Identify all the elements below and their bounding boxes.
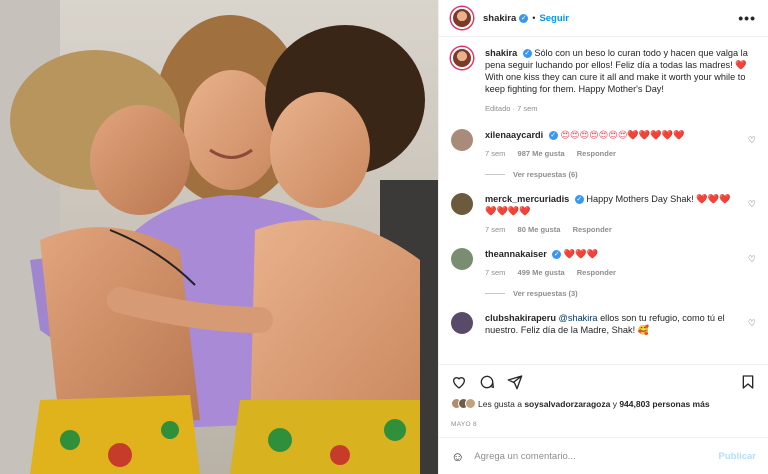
- likes-mid: y: [612, 398, 617, 409]
- caption-heart-emoji: ❤️: [735, 60, 747, 70]
- caption-username[interactable]: shakira: [485, 48, 517, 58]
- publish-button[interactable]: Publicar: [719, 451, 757, 462]
- reply-button[interactable]: Responder: [573, 225, 612, 234]
- post-caption: shakira ✓ Sólo con un beso lo curan todo…: [451, 38, 756, 115]
- comments-scroll-area[interactable]: shakira ✓ Sólo con un beso lo curan todo…: [439, 38, 768, 363]
- liker-username[interactable]: soysalvadorzaragoza: [524, 399, 610, 409]
- comment-item: xilenaaycardi ✓ 😍😍😍😍😍😍😍❤️❤️❤️❤️❤️ 7 sem …: [451, 129, 756, 158]
- verified-badge-icon: ✓: [522, 49, 532, 59]
- post-photo[interactable]: [0, 0, 438, 474]
- comment-time[interactable]: 7 sem: [485, 268, 505, 277]
- reply-button[interactable]: Responder: [577, 149, 616, 158]
- commenter-avatar[interactable]: [451, 193, 473, 215]
- bookmark-icon[interactable]: [740, 374, 756, 390]
- post-header: shakira ✓ • Seguir •••: [439, 0, 768, 37]
- comment-item: theannakaiser ✓ ❤️❤️❤️ 7 sem 499 Me gust…: [451, 248, 756, 277]
- liker-avatars[interactable]: [451, 398, 476, 409]
- replies-line: [485, 293, 505, 294]
- follow-button[interactable]: Seguir: [539, 13, 569, 24]
- more-options-icon[interactable]: •••: [738, 10, 756, 26]
- likes-prefix: Les gusta a: [478, 398, 522, 409]
- instagram-post-view: shakira ✓ • Seguir ••• shakira ✓ Sólo co…: [0, 0, 768, 474]
- view-replies-label[interactable]: Ver respuestas (6): [513, 170, 578, 179]
- commenter-avatar[interactable]: [451, 248, 473, 270]
- comment-item: clubshakiraperu @shakira ellos son tu re…: [451, 312, 756, 336]
- liker-avatar: [465, 398, 476, 409]
- comment-likes[interactable]: 80 Me gusta: [518, 225, 561, 234]
- comment-text: Happy Mothers Day Shak!: [586, 194, 694, 204]
- post-details-panel: shakira ✓ • Seguir ••• shakira ✓ Sólo co…: [438, 0, 768, 474]
- commenter-username[interactable]: theannakaiser: [485, 249, 547, 259]
- comment-item: merck_mercuriadis ✓ Happy Mothers Day Sh…: [451, 193, 756, 234]
- caption-author-avatar[interactable]: [451, 47, 473, 69]
- comment-text: 😍😍😍😍😍😍😍❤️❤️❤️❤️❤️: [560, 130, 685, 140]
- emoji-icon[interactable]: ☺: [451, 449, 464, 464]
- commenter-username[interactable]: clubshakiraperu: [485, 313, 556, 323]
- separator-dot: •: [532, 13, 536, 23]
- commenter-username[interactable]: xilenaaycardi: [485, 130, 543, 140]
- commenter-avatar[interactable]: [451, 312, 473, 334]
- post-date[interactable]: MAYO 8: [451, 421, 477, 428]
- add-comment-bar: ☺ Publicar: [439, 437, 768, 474]
- author-username[interactable]: shakira: [483, 13, 516, 24]
- author-avatar[interactable]: [451, 7, 473, 29]
- comment-like-heart-icon[interactable]: ♡: [748, 318, 756, 329]
- post-action-bar: [439, 364, 768, 398]
- commenter-username[interactable]: merck_mercuriadis: [485, 194, 569, 204]
- comment-time[interactable]: 7 sem: [485, 149, 505, 158]
- comment-like-heart-icon[interactable]: ♡: [748, 135, 756, 146]
- commenter-avatar[interactable]: [451, 129, 473, 151]
- verified-badge-icon: ✓: [552, 250, 562, 260]
- replies-line: [485, 174, 505, 175]
- share-icon[interactable]: [507, 374, 523, 390]
- comment-time[interactable]: 7 sem: [485, 225, 505, 234]
- view-replies-button[interactable]: Ver respuestas (3): [485, 289, 756, 298]
- family-photo-illustration: [0, 0, 438, 474]
- reply-button[interactable]: Responder: [577, 268, 616, 277]
- comment-mention-link[interactable]: @shakira: [559, 313, 598, 323]
- likes-count[interactable]: 944,803 personas más: [619, 399, 709, 409]
- comment-text: ❤️❤️❤️: [563, 249, 599, 259]
- comment-like-heart-icon[interactable]: ♡: [748, 199, 756, 210]
- caption-meta: Editado · 7 sem: [485, 104, 538, 113]
- comment-icon[interactable]: [479, 374, 495, 390]
- verified-badge-icon: ✓: [519, 13, 529, 23]
- caption-body: shakira ✓ Sólo con un beso lo curan todo…: [485, 47, 756, 115]
- view-replies-button[interactable]: Ver respuestas (6): [485, 170, 756, 179]
- comment-likes[interactable]: 987 Me gusta: [518, 149, 565, 158]
- verified-badge-icon: ✓: [574, 195, 584, 205]
- heart-icon[interactable]: [451, 374, 467, 390]
- view-replies-label[interactable]: Ver respuestas (3): [513, 289, 578, 298]
- comment-likes[interactable]: 499 Me gusta: [518, 268, 565, 277]
- caption-text-english: With one kiss they can cure it all and m…: [485, 72, 746, 94]
- verified-badge-icon: ✓: [548, 131, 558, 141]
- comment-like-heart-icon[interactable]: ♡: [748, 254, 756, 265]
- likes-summary: Les gusta a soysalvadorzaragoza y 944,80…: [451, 398, 756, 409]
- comment-input[interactable]: [474, 450, 719, 462]
